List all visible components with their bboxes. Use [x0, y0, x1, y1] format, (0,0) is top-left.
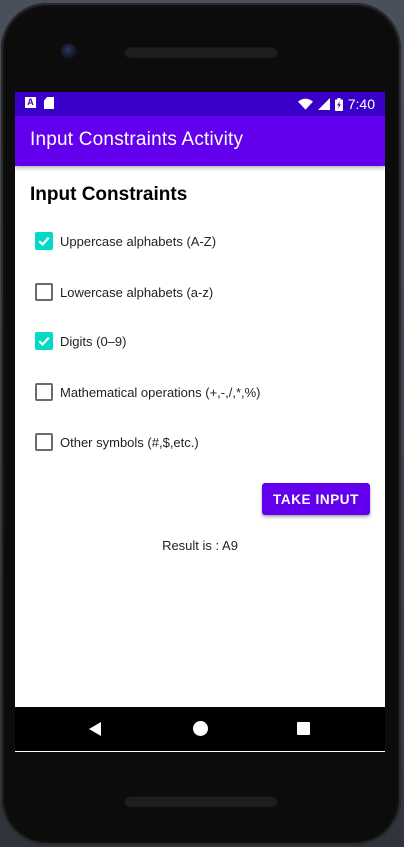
cell-signal-icon: [317, 98, 330, 110]
checkbox-label-math: Mathematical operations (+,-,/,*,%): [60, 384, 261, 400]
navigation-bar: [15, 707, 385, 751]
recents-icon[interactable]: [297, 722, 310, 735]
wifi-icon: [297, 98, 313, 110]
status-bar-left: A: [25, 97, 54, 109]
checkbox-row-symbols[interactable]: Other symbols (#,$,etc.): [35, 430, 199, 454]
front-camera: [61, 43, 77, 59]
device-screen: A 7:40 Input Constraints Activity Input …: [15, 92, 385, 752]
app-bar: Input Constraints Activity: [15, 116, 385, 166]
home-icon[interactable]: [193, 721, 208, 736]
checkbox-row-uppercase[interactable]: Uppercase alphabets (A-Z): [35, 229, 216, 253]
check-icon: [38, 336, 50, 346]
status-time: 7:40: [347, 96, 375, 112]
checkbox-digits[interactable]: [35, 332, 53, 350]
checkbox-lowercase[interactable]: [35, 283, 53, 301]
checkbox-row-digits[interactable]: Digits (0–9): [35, 329, 126, 353]
status-bar: A 7:40: [15, 92, 385, 116]
notification-a-icon: A: [25, 97, 36, 108]
checkbox-math[interactable]: [35, 383, 53, 401]
earpiece-speaker: [124, 46, 278, 58]
checkbox-label-lowercase: Lowercase alphabets (a-z): [60, 284, 214, 300]
battery-charging-icon: [334, 97, 343, 111]
status-bar-right: 7:40: [297, 95, 375, 113]
app-bar-title: Input Constraints Activity: [30, 129, 244, 150]
checkbox-label-symbols: Other symbols (#,$,etc.): [60, 434, 199, 450]
checkbox-row-lowercase[interactable]: Lowercase alphabets (a-z): [35, 280, 213, 304]
checkbox-symbols[interactable]: [35, 433, 53, 451]
bottom-speaker: [124, 795, 278, 807]
checkbox-label-uppercase: Uppercase alphabets (A-Z): [60, 233, 217, 249]
checkbox-uppercase[interactable]: [35, 232, 53, 250]
back-icon[interactable]: [89, 722, 101, 736]
checkbox-row-math[interactable]: Mathematical operations (+,-,/,*,%): [35, 380, 261, 404]
check-icon: [38, 236, 50, 246]
checkbox-label-digits: Digits (0–9): [60, 333, 127, 349]
result-text: Result is : A9: [162, 538, 238, 553]
page-heading: Input Constraints: [30, 184, 188, 205]
sd-card-icon: [44, 97, 54, 109]
take-input-button[interactable]: TAKE INPUT: [262, 483, 370, 515]
